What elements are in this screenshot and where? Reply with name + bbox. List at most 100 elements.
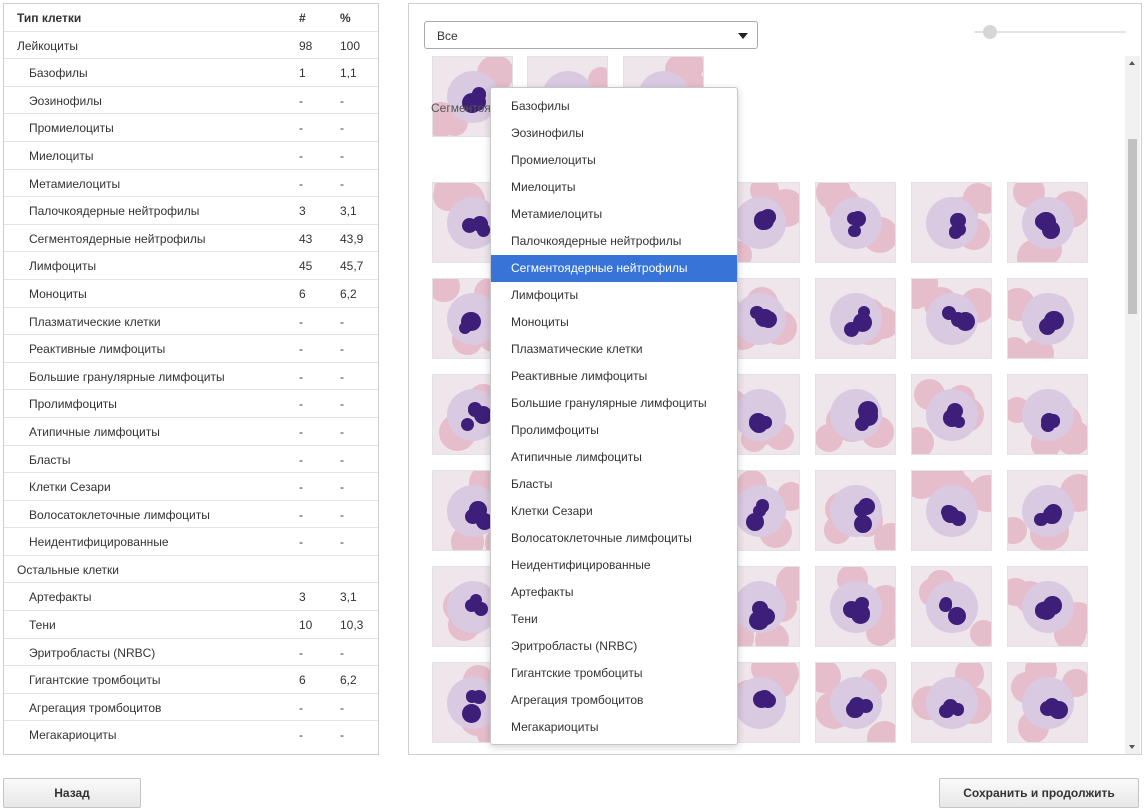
cell-count: - — [299, 424, 303, 439]
dropdown-option[interactable]: Лимфоциты — [491, 282, 737, 309]
cell-count: - — [299, 148, 303, 163]
cell-image-thumbnail[interactable] — [1007, 662, 1088, 743]
dropdown-option[interactable]: Бласты — [491, 471, 737, 498]
back-button[interactable]: Назад — [3, 778, 141, 808]
cell-count: - — [299, 369, 303, 384]
cell-count: 3 — [299, 204, 306, 219]
cell-image-thumbnail[interactable] — [1007, 470, 1088, 551]
dropdown-option[interactable]: Неидентифицированные — [491, 552, 737, 579]
cell-percent: - — [340, 700, 344, 715]
cell-type-name: Миелоциты — [29, 148, 94, 163]
dropdown-option[interactable]: Артефакты — [491, 579, 737, 606]
cell-type-name: Атипичные лимфоциты — [29, 424, 160, 439]
table-row: Атипичные лимфоциты - - — [4, 418, 378, 446]
dropdown-option[interactable]: Реактивные лимфоциты — [491, 363, 737, 390]
dropdown-option[interactable]: Плазматические клетки — [491, 336, 737, 363]
save-and-continue-button[interactable]: Сохранить и продолжить — [939, 778, 1139, 808]
zoom-slider[interactable] — [974, 25, 1126, 39]
cell-type-name: Реактивные лимфоциты — [29, 342, 166, 357]
cell-image-thumbnail[interactable] — [815, 566, 896, 647]
dropdown-option[interactable]: Пролимфоциты — [491, 417, 737, 444]
cell-image-thumbnail[interactable] — [815, 662, 896, 743]
cell-type-name: Клетки Сезари — [29, 480, 111, 495]
dropdown-option[interactable]: Клетки Сезари — [491, 498, 737, 525]
gallery-scrollbar[interactable] — [1125, 56, 1140, 754]
cell-image-thumbnail[interactable] — [815, 182, 896, 263]
cell-type-name: Лейкоциты — [17, 38, 79, 53]
cell-image-thumbnail[interactable] — [815, 374, 896, 455]
cell-image-thumbnail[interactable] — [1007, 182, 1088, 263]
cell-percent: - — [340, 645, 344, 660]
dropdown-option[interactable]: Базофилы — [491, 93, 737, 120]
table-row: Артефакты 3 3,1 — [4, 583, 378, 612]
table-row: Агрегация тромбоцитов - - — [4, 694, 378, 722]
cell-percent: - — [340, 424, 344, 439]
dropdown-option[interactable]: Эритробласты (NRBC) — [491, 633, 737, 660]
table-row: Неидентифицированные - - — [4, 528, 378, 556]
dropdown-option[interactable]: Моноциты — [491, 309, 737, 336]
zoom-slider-handle[interactable] — [983, 25, 997, 39]
cell-type-name: Пролимфоциты — [29, 397, 117, 412]
cell-count: 10 — [299, 618, 313, 633]
dropdown-option[interactable]: Тени — [491, 606, 737, 633]
dropdown-option[interactable]: Палочкоядерные нейтрофилы — [491, 228, 737, 255]
dropdown-option[interactable]: Большие гранулярные лимфоциты — [491, 390, 737, 417]
table-row: Сегментоядерные нейтрофилы 43 43,9 — [4, 225, 378, 253]
cell-image-thumbnail[interactable] — [911, 662, 992, 743]
scrollbar-thumb[interactable] — [1128, 139, 1137, 314]
cell-type-name: Моноциты — [29, 286, 87, 301]
dropdown-option[interactable]: Гигантские тромбоциты — [491, 660, 737, 687]
table-row: Плазматические клетки - - — [4, 308, 378, 336]
cell-percent: - — [340, 507, 344, 522]
cell-count: - — [299, 728, 303, 743]
cell-percent: - — [340, 342, 344, 357]
cell-type-table: Тип клетки # % Лейкоциты 98 100 Базофилы 1 1,… — [3, 3, 379, 755]
cell-count: - — [299, 507, 303, 522]
dropdown-option[interactable]: Волосатоклеточные лимфоциты — [491, 525, 737, 552]
cell-nucleus-lobe — [755, 499, 770, 513]
column-header-count: # — [299, 11, 306, 25]
red-blood-cell — [1008, 336, 1028, 358]
dropdown-option[interactable]: Миелоциты — [491, 174, 737, 201]
dropdown-option[interactable]: Метамиелоциты — [491, 201, 737, 228]
cell-type-name: Палочкоядерные нейтрофилы — [29, 204, 200, 219]
cell-image-thumbnail[interactable] — [911, 182, 992, 263]
cell-type-name: Базофилы — [29, 66, 88, 81]
cell-count: - — [299, 342, 303, 357]
cell-image-thumbnail[interactable] — [815, 278, 896, 359]
cell-type-name: Агрегация тромбоцитов — [29, 700, 162, 715]
cell-percent: 43,9 — [340, 231, 364, 246]
dropdown-option[interactable]: Атипичные лимфоциты — [491, 444, 737, 471]
dropdown-option[interactable]: Эозинофилы — [491, 120, 737, 147]
cell-image-thumbnail[interactable] — [911, 470, 992, 551]
cell-type-filter-select[interactable]: Все — [424, 21, 758, 49]
cell-nucleus-lobe — [1044, 310, 1064, 331]
cell-count: 43 — [299, 231, 313, 246]
dropdown-option[interactable]: Сегментоядерные нейтрофилы — [491, 255, 737, 282]
arrow-up-icon[interactable] — [1129, 61, 1135, 65]
table-row: Реактивные лимфоциты - - — [4, 335, 378, 363]
cell-image-thumbnail[interactable] — [815, 470, 896, 551]
cell-type-name: Неидентифицированные — [29, 535, 169, 550]
cell-count: 1 — [299, 66, 306, 81]
arrow-down-icon[interactable] — [1129, 745, 1135, 749]
dropdown-option[interactable]: Промиелоциты — [491, 147, 737, 174]
cell-image-thumbnail[interactable] — [911, 566, 992, 647]
chevron-down-icon — [738, 33, 748, 39]
cell-image-thumbnail[interactable] — [1007, 278, 1088, 359]
cell-nucleus-lobe — [1043, 596, 1062, 615]
dropdown-option[interactable]: Мегакариоциты — [491, 714, 737, 741]
cell-percent: - — [340, 148, 344, 163]
cell-count: 98 — [299, 38, 313, 53]
cell-nucleus-lobe — [858, 401, 879, 421]
cell-image-thumbnail[interactable] — [1007, 566, 1088, 647]
cell-nucleus-lobe — [755, 210, 775, 230]
cell-image-thumbnail[interactable] — [911, 278, 992, 359]
dropdown-option[interactable]: Агрегация тромбоцитов — [491, 687, 737, 714]
table-row: Эритробласты (NRBC) - - — [4, 639, 378, 667]
red-blood-cell — [969, 619, 991, 646]
cell-image-thumbnail[interactable] — [1007, 374, 1088, 455]
cell-count: 6 — [299, 673, 306, 688]
table-row: Гигантские тромбоциты 6 6,2 — [4, 666, 378, 694]
cell-image-thumbnail[interactable] — [911, 374, 992, 455]
